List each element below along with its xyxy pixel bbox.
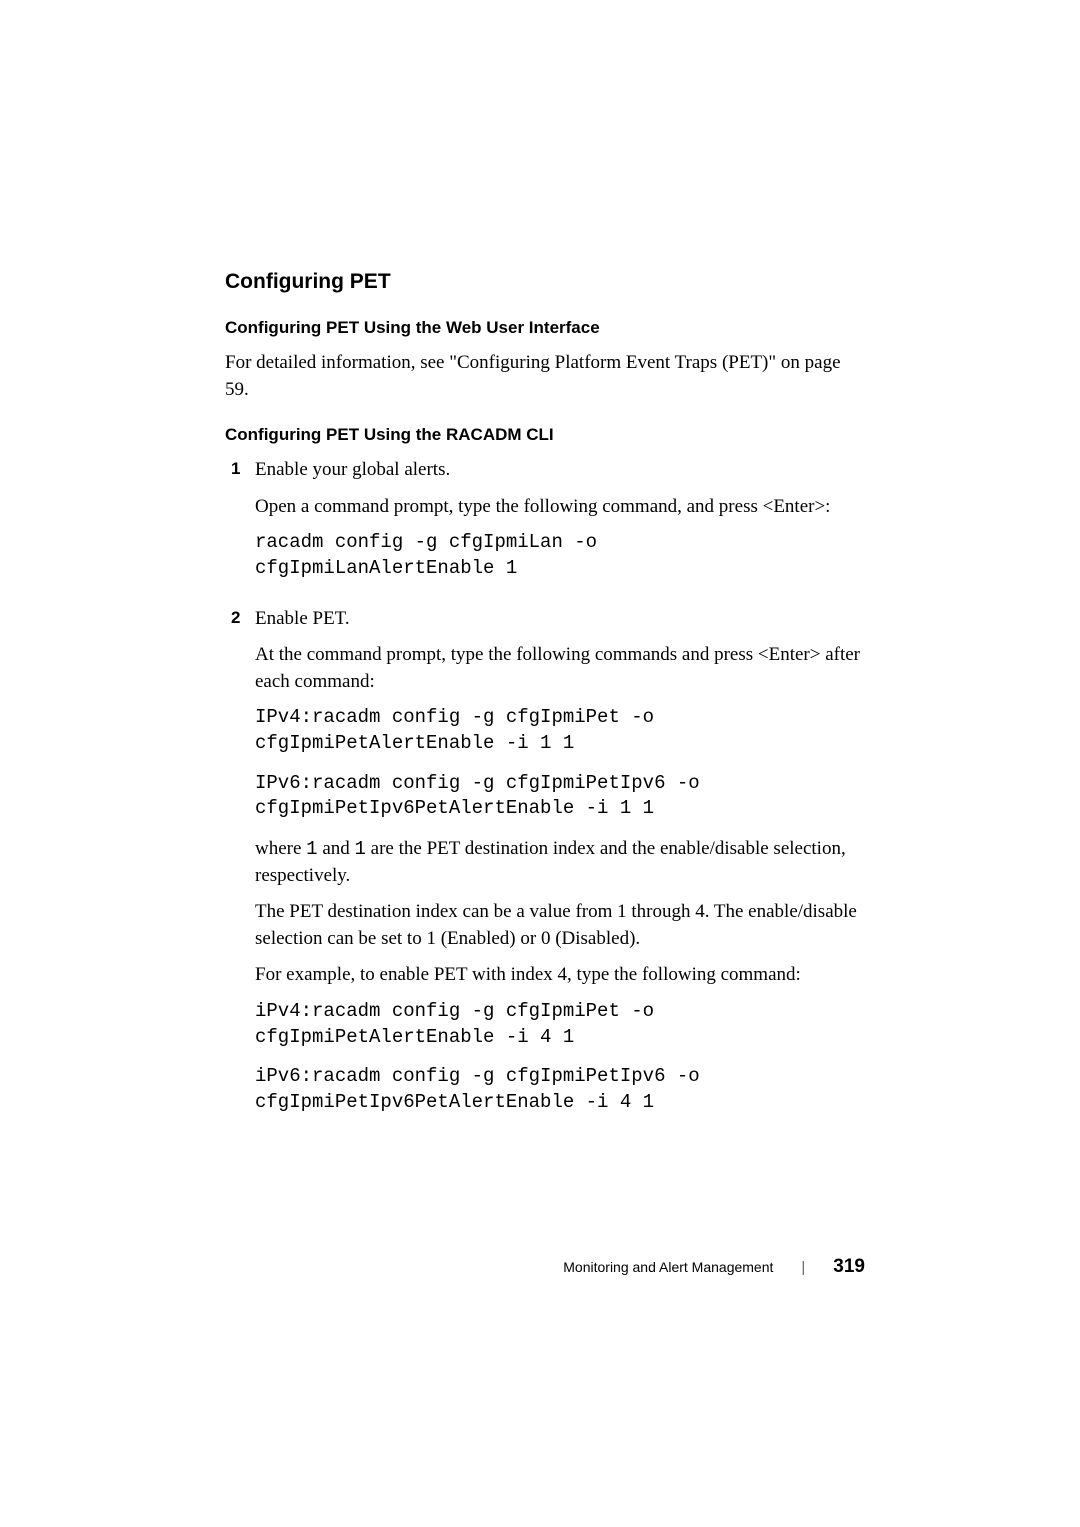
step-1-code: racadm config -g cfgIpmiLan -o cfgIpmiLa… [255, 530, 865, 581]
footer-separator: | [801, 1259, 805, 1276]
where-one2: 1 [355, 838, 366, 860]
where-one1: 1 [306, 838, 317, 860]
step-2-intro: Enable PET. [255, 606, 865, 633]
step-2-code-ipv4-ex: iPv4:racadm config -g cfgIpmiPet -o cfgI… [255, 999, 865, 1050]
subsection-cli-heading: Configuring PET Using the RACADM CLI [225, 425, 865, 445]
step-2-code-ipv6-ex: iPv6:racadm config -g cfgIpmiPetIpv6 -o … [255, 1064, 865, 1115]
where-mid: and [318, 838, 355, 859]
step-1-para: Open a command prompt, type the followin… [255, 494, 865, 521]
step-2-where: where 1 and 1 are the PET destination in… [255, 836, 865, 889]
step-2-marker: 2 [225, 606, 255, 1130]
step-2-example-intro: For example, to enable PET with index 4,… [255, 962, 865, 989]
footer-page-number: 319 [833, 1256, 865, 1278]
step-1-marker: 1 [225, 457, 255, 595]
web-intro-paragraph: For detailed information, see "Configuri… [225, 350, 865, 403]
step-1: 1 Enable your global alerts. Open a comm… [225, 457, 865, 595]
step-2-code-ipv6: IPv6:racadm config -g cfgIpmiPetIpv6 -o … [255, 771, 865, 822]
step-2: 2 Enable PET. At the command prompt, typ… [225, 606, 865, 1130]
step-1-content: Enable your global alerts. Open a comman… [255, 457, 865, 595]
footer-chapter: Monitoring and Alert Management [563, 1259, 773, 1275]
step-2-code-ipv4: IPv4:racadm config -g cfgIpmiPet -o cfgI… [255, 705, 865, 756]
page-content: Configuring PET Configuring PET Using th… [225, 270, 865, 1130]
step-2-content: Enable PET. At the command prompt, type … [255, 606, 865, 1130]
where-pre: where [255, 838, 306, 859]
section-heading: Configuring PET [225, 270, 865, 294]
step-1-intro: Enable your global alerts. [255, 457, 865, 484]
subsection-web-heading: Configuring PET Using the Web User Inter… [225, 318, 865, 338]
step-2-ranges: The PET destination index can be a value… [255, 899, 865, 952]
page-footer: Monitoring and Alert Management | 319 [0, 1256, 1080, 1278]
step-2-para: At the command prompt, type the followin… [255, 642, 865, 695]
